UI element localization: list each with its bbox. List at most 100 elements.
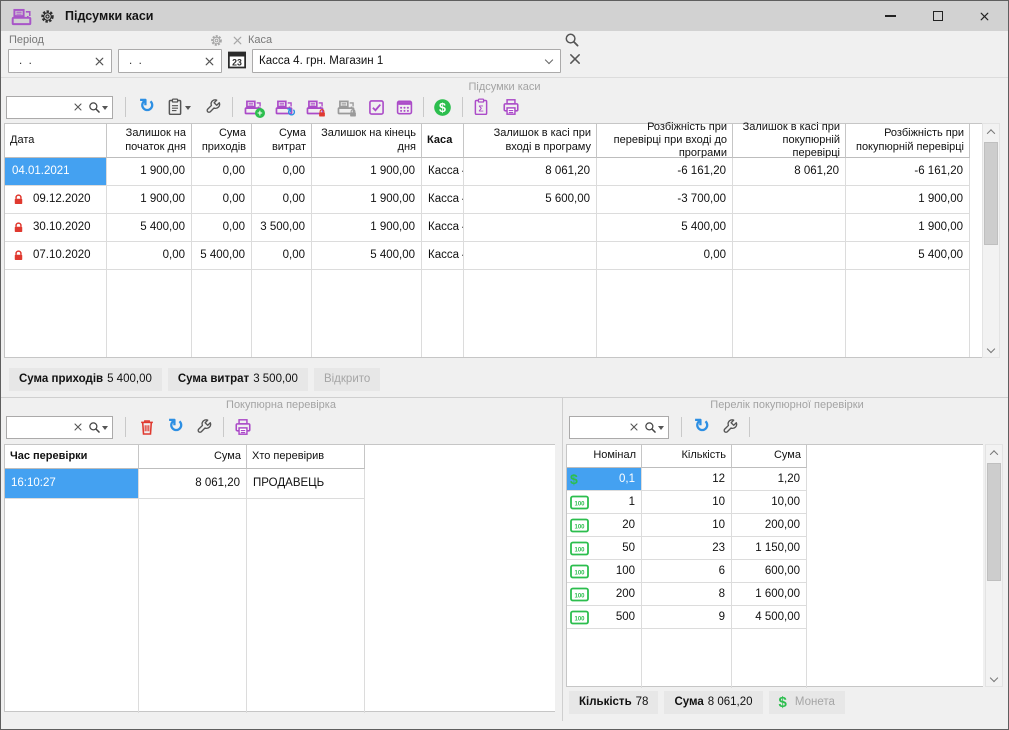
income-cell: 0,00: [192, 214, 252, 242]
date-to-clear-icon[interactable]: [204, 56, 215, 67]
calendar-icon[interactable]: [227, 50, 247, 70]
table-row[interactable]: 1 10 10,00: [567, 491, 983, 514]
scroll-down-button[interactable]: [986, 670, 1002, 686]
search-icon[interactable]: [88, 101, 101, 114]
gear-icon[interactable]: [40, 9, 55, 24]
col-at-check[interactable]: Залишок в касі при покупюрній перевірці: [733, 124, 846, 158]
kasa-search-icon[interactable]: [564, 32, 580, 48]
totals-report-icon[interactable]: [472, 98, 490, 116]
denom-search-box[interactable]: [569, 416, 669, 439]
clear-search-icon[interactable]: [73, 422, 83, 432]
col-income[interactable]: Сума приходів: [192, 124, 252, 158]
search-icon[interactable]: [88, 421, 101, 434]
splitter[interactable]: [1, 397, 1008, 398]
scroll-up-button[interactable]: [983, 124, 999, 140]
minimize-button[interactable]: [867, 1, 914, 31]
period-clear-icon[interactable]: [232, 35, 243, 46]
date-to-field[interactable]: . .: [118, 49, 222, 73]
col-date[interactable]: Дата: [5, 124, 107, 158]
close-button[interactable]: [961, 1, 1008, 31]
kasa-clear-icon[interactable]: [568, 52, 582, 66]
add-kasa-day-button[interactable]: +: [244, 98, 262, 116]
refresh-icon[interactable]: ↻: [139, 98, 155, 116]
table-row[interactable]: 09.12.2020 1 900,00 0,00 0,00 1 900,00 К…: [5, 186, 982, 214]
col-diff-login[interactable]: Розбіжність при перевірці при вході до п…: [597, 124, 733, 158]
refresh-icon[interactable]: ↻: [168, 418, 184, 436]
scroll-up-button[interactable]: [986, 445, 1002, 461]
denomination-grid-icon[interactable]: [396, 99, 413, 116]
vertical-scrollbar[interactable]: [985, 444, 1003, 687]
table-row[interactable]: 07.10.2020 0,00 5 400,00 0,00 5 400,00 К…: [5, 242, 982, 270]
col-nominal[interactable]: Номінал: [567, 445, 642, 468]
table-row[interactable]: 500 9 4 500,00: [567, 606, 983, 629]
table-row[interactable]: 04.01.2021 1 900,00 0,00 0,00 1 900,00 К…: [5, 158, 982, 186]
scrollbar-thumb[interactable]: [987, 463, 1001, 581]
check-group-title: Покупюрна перевірка: [1, 399, 561, 411]
date-from-field[interactable]: . .: [8, 49, 112, 73]
scroll-down-button[interactable]: [983, 341, 999, 357]
date-from-clear-icon[interactable]: [94, 56, 105, 67]
table-row[interactable]: $0,1 12 1,20: [567, 468, 983, 491]
search-input[interactable]: [7, 417, 73, 438]
search-options-arrow[interactable]: [102, 426, 108, 433]
money-dollar-icon[interactable]: [433, 98, 452, 117]
toolbar-separator: [125, 97, 126, 117]
income-cell: 0,00: [192, 186, 252, 214]
search-input[interactable]: [570, 417, 629, 438]
copy-button[interactable]: [166, 98, 195, 116]
qty-cell: 9: [642, 606, 732, 629]
check-kasa-day-icon[interactable]: [368, 99, 385, 116]
print-icon[interactable]: [502, 98, 520, 116]
col-check-sum[interactable]: Сума: [139, 445, 247, 469]
col-end[interactable]: Залишок на кінець дня: [312, 124, 422, 158]
table-row[interactable]: 16:10:27 8 061,20 ПРОДАВЕЦЬ: [5, 469, 555, 499]
clear-search-icon[interactable]: [73, 102, 83, 112]
col-sum[interactable]: Сума: [732, 445, 807, 468]
main-search-box[interactable]: [6, 96, 113, 119]
delete-trash-icon[interactable]: [138, 418, 156, 436]
vertical-scrollbar[interactable]: [982, 123, 1000, 358]
search-options-arrow[interactable]: [102, 106, 108, 113]
search-icon[interactable]: [644, 421, 657, 434]
search-options-arrow[interactable]: [658, 426, 664, 433]
locked-kasa-day-button[interactable]: [337, 98, 355, 116]
scrollbar-track[interactable]: [986, 461, 1002, 670]
table-row[interactable]: 100 6 600,00: [567, 560, 983, 583]
coin-badge: $Монета: [769, 691, 845, 714]
at-login-cell: [464, 242, 597, 270]
clipboard-icon: [166, 98, 184, 116]
scrollbar-thumb[interactable]: [984, 142, 998, 245]
scrollbar-track[interactable]: [983, 140, 999, 341]
recalc-kasa-day-button[interactable]: ↻: [275, 98, 293, 116]
kasa-select[interactable]: Касса 4. грн. Магазин 1: [252, 49, 561, 73]
clear-search-icon[interactable]: [629, 422, 639, 432]
col-check-time[interactable]: Час перевірки: [5, 445, 139, 469]
table-row[interactable]: 200 8 1 600,00: [567, 583, 983, 606]
check-time-cell: 16:10:27: [5, 469, 139, 499]
col-start[interactable]: Залишок на початок дня: [107, 124, 192, 158]
close-kasa-day-button[interactable]: [306, 98, 324, 116]
table-row[interactable]: 20 10 200,00: [567, 514, 983, 537]
col-at-login[interactable]: Залишок в касі при вході в програму: [464, 124, 597, 158]
check-search-box[interactable]: [6, 416, 113, 439]
col-kasa[interactable]: Каса: [422, 124, 464, 158]
end-cell: 5 400,00: [312, 242, 422, 270]
settings-wrench-icon[interactable]: [721, 418, 739, 436]
date-to-value: . .: [119, 55, 204, 67]
col-check-who[interactable]: Хто перевірив: [247, 445, 365, 469]
col-qty[interactable]: Кількість: [642, 445, 732, 468]
maximize-button[interactable]: [914, 1, 961, 31]
settings-wrench-icon[interactable]: [204, 98, 222, 116]
settings-wrench-icon[interactable]: [195, 418, 213, 436]
table-row[interactable]: 50 23 1 150,00: [567, 537, 983, 560]
print-icon[interactable]: [234, 418, 252, 436]
col-expense[interactable]: Сума витрат: [252, 124, 312, 158]
search-input[interactable]: [7, 97, 73, 118]
refresh-icon[interactable]: ↻: [694, 418, 710, 436]
denom-group-title: Перелік покупюрної перевірки: [564, 399, 1009, 411]
period-settings-gear-icon[interactable]: [210, 34, 223, 47]
col-diff-check[interactable]: Розбіжність при покупюрній перевірці: [846, 124, 970, 158]
table-row[interactable]: 30.10.2020 5 400,00 0,00 3 500,00 1 900,…: [5, 214, 982, 242]
nominal-cell: 50: [567, 537, 642, 560]
copy-options-arrow[interactable]: [185, 106, 191, 113]
